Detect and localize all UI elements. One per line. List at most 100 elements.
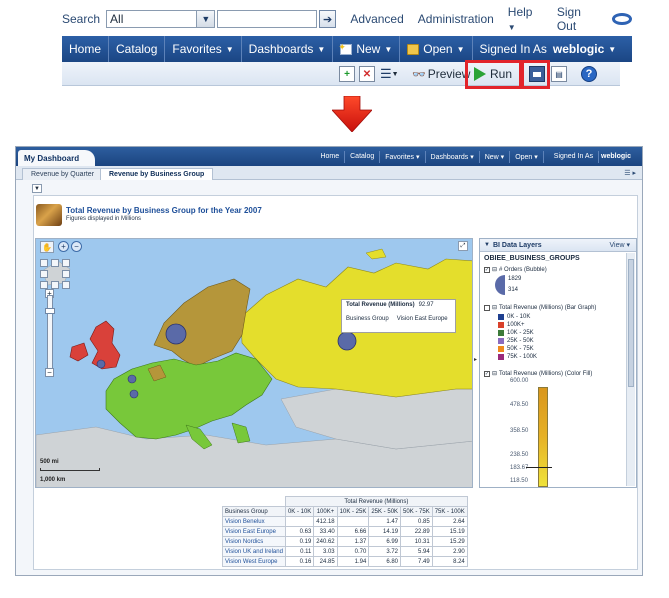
row-label[interactable]: Vision East Europe — [222, 526, 286, 537]
layer-revenue-bar[interactable]: ⊟ Total Revenue (Millions) (Bar Graph) — [484, 304, 596, 311]
zoom-slider-minus-icon[interactable]: − — [45, 368, 54, 377]
page-options-icon[interactable]: ☰ ▸ — [624, 169, 636, 177]
help-menu[interactable]: Help ▼ — [508, 5, 543, 33]
dashboard-title-tab[interactable]: My Dashboard — [18, 150, 96, 166]
table-header: 75K - 100K — [431, 506, 468, 517]
pan-control[interactable] — [40, 259, 70, 289]
collapse-section-icon[interactable]: ▼ — [32, 184, 42, 193]
delete-icon: ✕ — [359, 66, 375, 82]
checkbox-checked[interactable]: ✓ — [484, 370, 490, 377]
checkbox-unchecked[interactable] — [484, 304, 490, 311]
administration-link[interactable]: Administration — [418, 12, 494, 26]
dash-nav-signed-in[interactable]: Signed In As weblogic — [544, 150, 636, 163]
report-canvas: Total Revenue by Business Group for the … — [33, 195, 638, 570]
table-cell: 8.24 — [431, 556, 468, 567]
legend-label: 50K - 75K — [507, 346, 534, 352]
search-go-button[interactable]: ➔ — [318, 10, 337, 28]
layer-fill-label: Total Revenue (Millions) (Color Fill) — [499, 370, 593, 377]
nav-dashboards[interactable]: Dashboards ▼ — [242, 36, 334, 62]
table-cell: 0.70 — [336, 546, 370, 557]
preview-button[interactable]: 👓 Preview — [412, 65, 470, 83]
zoom-in-icon[interactable]: + — [58, 241, 69, 252]
legend-swatch — [498, 346, 504, 352]
dash-nav-open[interactable]: Open ▾ — [510, 150, 544, 163]
data-layers-body: OBIEE_BUSINESS_GROUPS ✓ ⊟ # Orders (Bubbl… — [480, 252, 626, 487]
row-label[interactable]: Vision UK and Ireland — [222, 546, 286, 557]
table-cell: 0.16 — [284, 556, 315, 567]
zoom-out-icon[interactable]: − — [71, 241, 82, 252]
chevron-down-icon: ▼ — [225, 44, 234, 54]
layer-revenue-fill[interactable]: ✓ ⊟ Total Revenue (Millions) (Color Fill) — [484, 370, 592, 377]
dash-nav-home[interactable]: Home — [315, 150, 346, 163]
ramp-tick: 183.67 — [510, 465, 529, 471]
advanced-link[interactable]: Advanced — [350, 12, 403, 26]
chevron-down-icon[interactable]: ▼ — [196, 11, 215, 27]
maximize-icon[interactable]: ⤢ — [458, 241, 468, 251]
dashboard-window: My Dashboard Home Catalog Favorites ▾ Da… — [15, 146, 643, 576]
collapse-icon[interactable]: ▼ — [484, 242, 490, 248]
dash-signed-in-user: weblogic — [601, 153, 631, 160]
table-cell: 10.31 — [400, 536, 433, 547]
search-label: Search — [62, 12, 101, 26]
help-button[interactable]: ? — [581, 65, 597, 83]
help-icon: ? — [581, 66, 597, 82]
search-scope-select[interactable]: All ▼ — [106, 10, 216, 28]
layer-orders-label: # Orders (Bubble) — [499, 266, 547, 273]
nav-favorites[interactable]: Favorites ▼ — [165, 36, 242, 62]
dash-nav-new[interactable]: New ▾ — [480, 150, 511, 163]
row-label[interactable]: Vision West Europe — [222, 556, 286, 567]
view-menu[interactable]: View ▾ — [609, 241, 630, 249]
dash-nav-catalog[interactable]: Catalog — [345, 150, 381, 163]
list-options-button[interactable]: ☰ ▼ — [380, 65, 399, 83]
oracle-logo-icon — [612, 13, 632, 25]
revenue-pivot-table: Total Revenue (Millions) Business Group … — [222, 496, 468, 567]
sign-out-link[interactable]: Sign Out — [557, 5, 603, 33]
tooltip-col2: Vision East Europe — [396, 316, 448, 322]
map-tooltip: Total Revenue (Millions) 92.97 Business G… — [341, 299, 456, 333]
table-header: Business Group — [222, 506, 286, 517]
dash-nav-favorites[interactable]: Favorites ▾ — [380, 150, 426, 163]
scrollbar-thumb[interactable] — [628, 259, 634, 387]
nav-new[interactable]: ✦ New ▼ — [333, 36, 401, 62]
panel-splitter[interactable]: ▸ — [474, 356, 478, 364]
tab-revenue-by-business-group[interactable]: Revenue by Business Group — [100, 168, 214, 180]
add-view-button[interactable]: + — [339, 65, 355, 83]
europe-map[interactable] — [36, 239, 473, 488]
row-label[interactable]: Vision Benelux — [222, 516, 286, 527]
nav-open[interactable]: Open ▼ — [400, 36, 473, 62]
table-cell: 7.49 — [400, 556, 433, 567]
checkbox-checked[interactable]: ✓ — [484, 266, 490, 273]
panel-scrollbar[interactable] — [626, 253, 635, 486]
dash-nav-dashboards[interactable]: Dashboards ▾ — [426, 150, 480, 163]
bar-legend-item: 50K - 75K — [498, 346, 534, 352]
signed-in-user: weblogic — [552, 42, 605, 56]
search-input[interactable] — [217, 10, 317, 28]
preview-icon: 👓 — [412, 68, 426, 81]
properties-icon: ▤ — [551, 66, 567, 82]
layer-orders-bubble[interactable]: ✓ ⊟ # Orders (Bubble) — [484, 266, 547, 273]
nav-home[interactable]: Home — [62, 36, 110, 62]
zoom-slider[interactable] — [45, 295, 55, 377]
zoom-slider-knob[interactable] — [45, 308, 55, 314]
legend-swatch — [498, 354, 504, 360]
row-label[interactable]: Vision Nordics — [222, 536, 286, 547]
nav-catalog[interactable]: Catalog — [109, 36, 166, 62]
table-caption: Total Revenue (Millions) — [284, 496, 468, 507]
table-cell — [336, 516, 370, 527]
chevron-down-icon: ▼ — [456, 44, 465, 54]
remove-view-button[interactable]: ✕ — [359, 65, 375, 83]
table-header: 0K - 10K — [284, 506, 315, 517]
pan-hand-icon[interactable]: ✋ — [40, 241, 54, 253]
table-cell: 240.62 — [313, 536, 338, 547]
tooltip-col1: Business Group — [346, 316, 389, 322]
bar-legend-item: 10K - 25K — [498, 330, 534, 336]
report-title: Total Revenue by Business Group for the … — [66, 206, 262, 215]
table-row: Vision Nordics 0.19 240.62 1.37 6.99 10.… — [222, 536, 468, 547]
properties-button[interactable]: ▤ — [551, 65, 567, 83]
table-row: Vision West Europe 0.16 24.85 1.94 6.80 … — [222, 556, 468, 567]
map-view[interactable]: ✋ + − + − 500 mi 1,000 km ⤢ Total Revenu… — [35, 238, 473, 488]
color-ramp — [538, 387, 548, 487]
data-layers-header[interactable]: ▼ BI Data Layers View ▾ — [480, 239, 636, 252]
nav-signed-in[interactable]: Signed In As weblogic ▼ — [473, 36, 624, 62]
tab-revenue-by-quarter[interactable]: Revenue by Quarter — [22, 168, 104, 180]
